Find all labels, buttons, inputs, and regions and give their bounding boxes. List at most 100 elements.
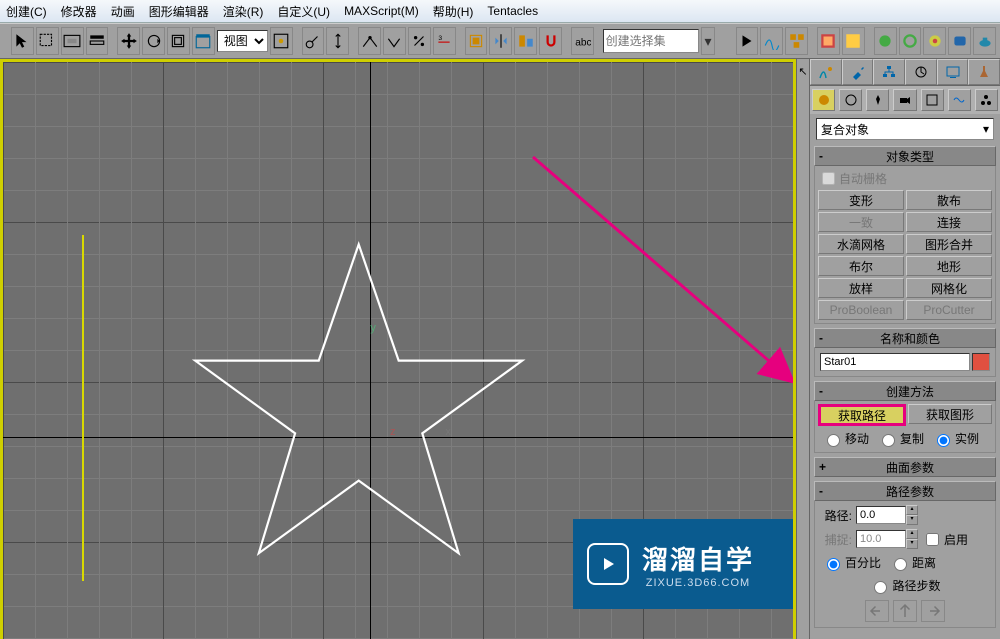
menu-help[interactable]: 帮助(H) — [433, 3, 474, 20]
btn-mesher[interactable]: 网格化 — [906, 278, 992, 298]
cursor-icon: ↖ — [797, 59, 809, 83]
btn-terrain[interactable]: 地形 — [906, 256, 992, 276]
radio-path-steps[interactable] — [874, 581, 887, 594]
btn-proboolean[interactable]: ProBoolean — [818, 300, 904, 320]
radio-percent[interactable] — [827, 558, 840, 571]
menu-maxscript[interactable]: MAXScript(M) — [344, 4, 419, 18]
menu-render[interactable]: 渲染(R) — [223, 3, 264, 20]
render-scene-icon[interactable] — [842, 27, 865, 55]
tab-hierarchy-icon[interactable] — [873, 59, 905, 85]
scale-icon[interactable] — [167, 27, 190, 55]
subtab-spacewarps-icon[interactable] — [948, 89, 971, 111]
render-frame-icon[interactable] — [874, 27, 897, 55]
btn-get-shape[interactable]: 获取图形 — [908, 404, 992, 424]
create-subtabs — [810, 86, 1000, 114]
tab-create-icon[interactable] — [810, 59, 842, 85]
snap-label: 捕捉: — [820, 531, 852, 548]
rollout-header-surface-params[interactable]: +曲面参数 — [814, 457, 996, 477]
teapot-icon[interactable] — [973, 27, 996, 55]
snap-2d-icon[interactable] — [358, 27, 381, 55]
select-manipulate-icon[interactable] — [302, 27, 325, 55]
menu-modifiers[interactable]: 修改器 — [61, 3, 97, 20]
btn-blobmesh[interactable]: 水滴网格 — [818, 234, 904, 254]
rollout-header-path-params[interactable]: -路径参数 — [814, 481, 996, 501]
subtab-helpers-icon[interactable] — [921, 89, 944, 111]
menu-animation[interactable]: 动画 — [111, 3, 135, 20]
menu-tentacles[interactable]: Tentacles — [487, 4, 538, 18]
tab-utilities-icon[interactable] — [968, 59, 1000, 85]
select-window-icon[interactable] — [61, 27, 84, 55]
subtab-shapes-icon[interactable] — [839, 89, 862, 111]
move-icon[interactable] — [117, 27, 140, 55]
btn-morph[interactable]: 变形 — [818, 190, 904, 210]
enable-snap-checkbox[interactable] — [926, 533, 939, 546]
path-next-icon[interactable] — [921, 600, 945, 622]
material-editor-icon[interactable] — [817, 27, 840, 55]
rollout-header-name-color[interactable]: -名称和颜色 — [814, 328, 996, 348]
object-color-swatch[interactable] — [972, 353, 990, 371]
schematic-view-icon[interactable] — [785, 27, 808, 55]
render-setup-icon[interactable] — [948, 27, 971, 55]
toggle-key-icon[interactable] — [736, 27, 759, 55]
tab-modify-icon[interactable] — [842, 59, 874, 85]
subtab-systems-icon[interactable] — [975, 89, 998, 111]
refcoord-icon[interactable] — [192, 27, 215, 55]
rollout-header-object-type[interactable]: -对象类型 — [814, 146, 996, 166]
star-object[interactable] — [177, 224, 540, 599]
select-filter-icon[interactable] — [86, 27, 109, 55]
rotate-icon[interactable] — [142, 27, 165, 55]
snap-percent-icon[interactable] — [408, 27, 431, 55]
select-rect-icon[interactable] — [36, 27, 59, 55]
subtab-geometry-icon[interactable] — [812, 89, 835, 111]
btn-shapemerge[interactable]: 图形合并 — [906, 234, 992, 254]
subtab-cameras-icon[interactable] — [893, 89, 916, 111]
menu-customize[interactable]: 自定义(U) — [277, 3, 330, 20]
menu-create[interactable]: 创建(C) — [6, 3, 47, 20]
quick-render-icon[interactable] — [923, 27, 946, 55]
curve-editor-icon[interactable] — [760, 27, 783, 55]
snap-angle-icon[interactable] — [383, 27, 406, 55]
autogrid-label: 自动栅格 — [839, 170, 887, 187]
radio-move[interactable] — [827, 434, 840, 447]
btn-procutter[interactable]: ProCutter — [906, 300, 992, 320]
snap-toggle-icon[interactable] — [539, 27, 562, 55]
rollout-header-creation-method[interactable]: -创建方法 — [814, 381, 996, 401]
snap-spinner-icon[interactable]: 3 — [433, 27, 456, 55]
path-value-input[interactable] — [856, 506, 906, 524]
select-object-icon[interactable] — [11, 27, 34, 55]
path-pick-icon[interactable] — [893, 600, 917, 622]
btn-conform[interactable]: 一致 — [818, 212, 904, 232]
menu-grapheditors[interactable]: 图形编辑器 — [149, 3, 209, 20]
btn-get-path[interactable]: 获取路径 — [818, 404, 906, 426]
mirror-icon[interactable] — [489, 27, 512, 55]
center-pivot-icon[interactable] — [270, 27, 293, 55]
tab-display-icon[interactable] — [937, 59, 969, 85]
btn-loft[interactable]: 放样 — [818, 278, 904, 298]
render-last-icon[interactable] — [899, 27, 922, 55]
reference-coord-combo[interactable]: 视图 — [217, 30, 268, 52]
object-name-input[interactable] — [820, 353, 970, 371]
named-sel-dropdown-icon[interactable]: ▾ — [701, 27, 716, 55]
keyboard-shortcut-icon[interactable] — [326, 27, 349, 55]
btn-scatter[interactable]: 散布 — [906, 190, 992, 210]
path-prev-icon[interactable] — [865, 600, 889, 622]
named-sel-icon[interactable] — [465, 27, 488, 55]
spline-line-object[interactable] — [82, 235, 84, 581]
layer-manager-icon[interactable]: abc — [571, 27, 594, 55]
btn-boolean[interactable]: 布尔 — [818, 256, 904, 276]
svg-text:abc: abc — [576, 38, 592, 49]
axis-z-label: x — [445, 426, 451, 438]
btn-connect[interactable]: 连接 — [906, 212, 992, 232]
align-icon[interactable] — [514, 27, 537, 55]
autogrid-checkbox[interactable] — [822, 172, 835, 185]
radio-distance[interactable] — [894, 558, 907, 571]
path-spinner[interactable]: ▴▾ — [906, 505, 918, 525]
named-selection-combo[interactable] — [603, 29, 699, 53]
radio-copy[interactable] — [882, 434, 895, 447]
viewport[interactable]: // placeholder; grid drawn below via gen… — [0, 59, 796, 639]
radio-instance[interactable] — [937, 434, 950, 447]
tab-motion-icon[interactable] — [905, 59, 937, 85]
geometry-category-dropdown[interactable]: 复合对象 ▾ — [816, 118, 994, 140]
subtab-lights-icon[interactable] — [866, 89, 889, 111]
command-panel-handle[interactable]: ↖ — [796, 59, 809, 639]
